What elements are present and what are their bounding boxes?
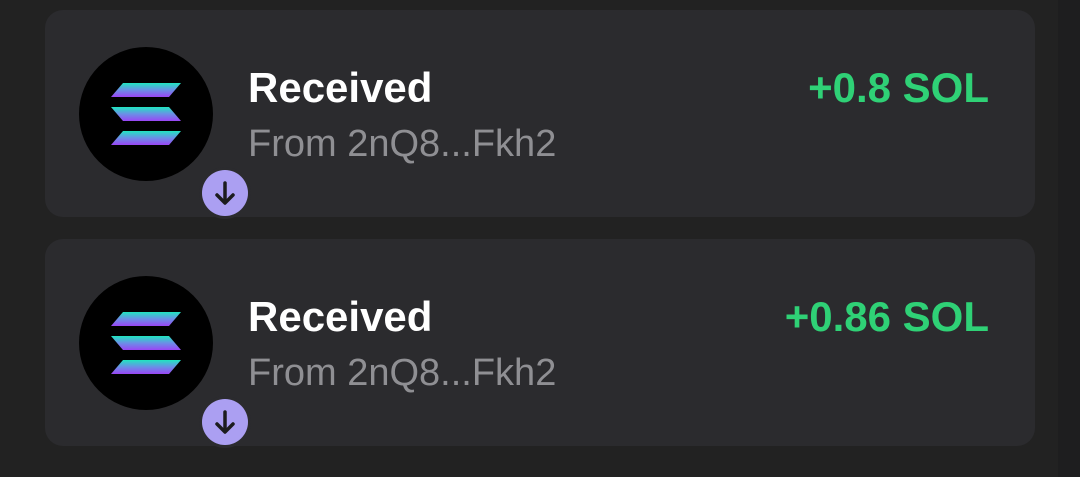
arrow-down-icon <box>215 410 235 434</box>
solana-token-avatar <box>79 276 251 448</box>
transaction-title: Received <box>248 64 433 111</box>
transaction-list: Received From 2nQ8...Fkh2 +0.8 SOL Recei… <box>0 0 1080 477</box>
transaction-amount: +0.8 SOL <box>808 64 989 111</box>
transaction-sender: From 2nQ8...Fkh2 <box>248 123 557 165</box>
transaction-item[interactable]: Received From 2nQ8...Fkh2 +0.8 SOL <box>45 10 1035 219</box>
scroll-edge <box>1058 0 1080 477</box>
solana-logo-icon <box>111 312 181 374</box>
transaction-title: Received <box>248 293 433 340</box>
transaction-item[interactable]: Received From 2nQ8...Fkh2 +0.86 SOL <box>45 239 1035 448</box>
received-badge <box>199 396 251 448</box>
solana-token-avatar <box>79 47 251 219</box>
transaction-amount: +0.86 SOL <box>784 293 989 340</box>
transaction-sender: From 2nQ8...Fkh2 <box>248 352 557 394</box>
solana-logo-icon <box>111 83 181 145</box>
received-badge <box>199 167 251 219</box>
arrow-down-icon <box>215 181 235 205</box>
